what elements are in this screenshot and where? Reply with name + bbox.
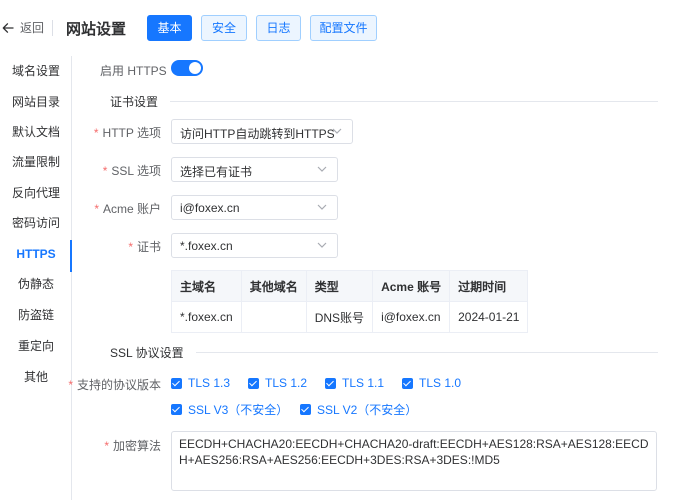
- tab-security[interactable]: 安全: [201, 15, 247, 41]
- chevron-down-icon: [317, 204, 327, 210]
- cipher-label: * 加密算法: [104, 437, 161, 454]
- required-mark: *: [128, 240, 133, 254]
- sidebar-item-https[interactable]: HTTPS: [0, 239, 72, 269]
- chevron-down-icon: [317, 166, 327, 172]
- sidebar-item-default-document[interactable]: 默认文档: [0, 117, 72, 147]
- http-option-value: 访问HTTP自动跳转到HTTPS: [180, 127, 335, 141]
- section-line: [195, 351, 658, 353]
- required-mark: *: [93, 126, 99, 140]
- ssl-option-label-text: SSL 选项: [111, 164, 161, 178]
- page-title: 网站设置: [66, 21, 127, 38]
- table-header-expiry: 过期时间: [449, 270, 529, 302]
- tab-basic[interactable]: 基本: [147, 15, 192, 41]
- required-mark: *: [102, 164, 108, 178]
- checkbox-checked-icon: [402, 377, 413, 389]
- required-mark: *: [68, 378, 73, 392]
- table-row[interactable]: *.foxex.cn DNS账号 i@foxex.cn 2024-01-21: [171, 301, 529, 333]
- table-cell: DNS账号: [305, 301, 374, 333]
- certificate-label: * 证书: [128, 238, 161, 255]
- tls10-label: TLS 1.0: [419, 376, 462, 390]
- protocols-label-text: 支持的协议版本: [76, 378, 161, 392]
- sidebar-item-reverse-proxy[interactable]: 反向代理: [0, 178, 72, 208]
- required-mark: *: [94, 202, 99, 216]
- table-header-primary-domain: 主域名: [171, 270, 242, 302]
- http-option-label-text: HTTP 选项: [102, 126, 161, 140]
- acme-account-label: * Acme 账户: [94, 200, 161, 217]
- protocols-label: * 支持的协议版本: [68, 376, 161, 393]
- table-header-acme-account: Acme 账号: [372, 270, 451, 302]
- back-button[interactable]: 返回: [2, 19, 44, 36]
- certificate-label-text: 证书: [136, 240, 161, 254]
- sidebar-item-other[interactable]: 其他: [0, 362, 72, 392]
- http-option-select[interactable]: 访问HTTP自动跳转到HTTPS: [171, 119, 353, 144]
- section-line: [170, 100, 658, 102]
- tls11-label: TLS 1.1: [342, 376, 385, 390]
- sidebar-item-domains[interactable]: 域名设置: [0, 56, 72, 86]
- required-mark: *: [104, 439, 109, 453]
- table-cell: [240, 301, 307, 333]
- settings-sidebar: 域名设置 网站目录 默认文档 流量限制 反向代理 密码访问 HTTPS 伪静态 …: [0, 56, 72, 500]
- ssl-option-select[interactable]: 选择已有证书: [171, 157, 338, 182]
- table-header-row: 主域名 其他域名 类型 Acme 账号 过期时间: [171, 270, 529, 302]
- back-label: 返回: [20, 21, 45, 35]
- chevron-down-icon: [317, 242, 327, 248]
- enable-https-label: 启用 HTTPS: [100, 64, 167, 78]
- header-divider: [52, 20, 53, 36]
- ssl-section-title: SSL 协议设置: [110, 345, 184, 360]
- checkbox-checked-icon: [171, 404, 182, 415]
- tls12-label: TLS 1.2: [265, 376, 308, 390]
- sidebar-item-hotlink-protection[interactable]: 防盗链: [0, 300, 72, 330]
- sidebar-item-redirect[interactable]: 重定向: [0, 331, 72, 361]
- tab-config-file[interactable]: 配置文件: [310, 15, 377, 41]
- sidebar-item-rewrite[interactable]: 伪静态: [0, 269, 72, 299]
- certificate-table: 主域名 其他域名 类型 Acme 账号 过期时间 *.foxex.cn DNS账…: [171, 270, 529, 333]
- enable-https-toggle[interactable]: [171, 60, 203, 76]
- checkbox-checked-icon: [300, 404, 311, 415]
- sslv3-label: SSL V3（不安全）: [188, 403, 289, 417]
- sidebar-item-password-access[interactable]: 密码访问: [0, 208, 72, 238]
- table-cell: *.foxex.cn: [171, 301, 242, 333]
- tab-logs[interactable]: 日志: [256, 15, 301, 41]
- tls13-checkbox[interactable]: TLS 1.3: [171, 376, 230, 390]
- checkbox-checked-icon: [248, 377, 259, 389]
- acme-account-label-text: Acme 账户: [102, 202, 161, 216]
- toggle-knob: [189, 62, 201, 74]
- sidebar-active-indicator: [70, 240, 72, 272]
- sslv2-checkbox[interactable]: SSL V2（不安全）: [300, 401, 417, 418]
- cert-section-title: 证书设置: [110, 94, 159, 109]
- certificate-select[interactable]: *.foxex.cn: [171, 233, 338, 258]
- cipher-label-text: 加密算法: [112, 439, 161, 453]
- cipher-textarea[interactable]: EECDH+CHACHA20:EECDH+CHACHA20-draft:EECD…: [171, 431, 657, 491]
- tls12-checkbox[interactable]: TLS 1.2: [248, 376, 307, 390]
- ssl-section-divider: SSL 协议设置: [100, 344, 658, 360]
- table-header-type: 类型: [305, 270, 374, 302]
- checkbox-checked-icon: [325, 377, 336, 389]
- table-cell: 2024-01-21: [449, 301, 529, 333]
- sidebar-item-site-directory[interactable]: 网站目录: [0, 87, 72, 117]
- tls10-checkbox[interactable]: TLS 1.0: [402, 376, 461, 390]
- page-header: 返回 网站设置 基本 安全 日志 配置文件: [0, 0, 688, 56]
- tls11-checkbox[interactable]: TLS 1.1: [325, 376, 384, 390]
- certificate-value: *.foxex.cn: [180, 239, 233, 253]
- ssl-option-value: 选择已有证书: [180, 165, 253, 179]
- acme-account-value: i@foxex.cn: [180, 201, 240, 215]
- acme-account-select[interactable]: i@foxex.cn: [171, 195, 338, 220]
- sslv3-checkbox[interactable]: SSL V3（不安全）: [171, 401, 288, 418]
- tls13-label: TLS 1.3: [188, 376, 231, 390]
- arrow-left-icon: [2, 22, 14, 33]
- table-header-other-domains: 其他域名: [240, 270, 307, 302]
- sslv2-label: SSL V2（不安全）: [317, 403, 418, 417]
- cert-section-divider: 证书设置: [100, 93, 658, 109]
- checkbox-checked-icon: [171, 377, 182, 389]
- sidebar-item-traffic-limit[interactable]: 流量限制: [0, 147, 72, 177]
- http-option-label: * HTTP 选项: [94, 124, 161, 141]
- chevron-down-icon: [332, 128, 342, 134]
- ssl-option-label: * SSL 选项: [103, 162, 161, 179]
- table-cell: i@foxex.cn: [372, 301, 451, 333]
